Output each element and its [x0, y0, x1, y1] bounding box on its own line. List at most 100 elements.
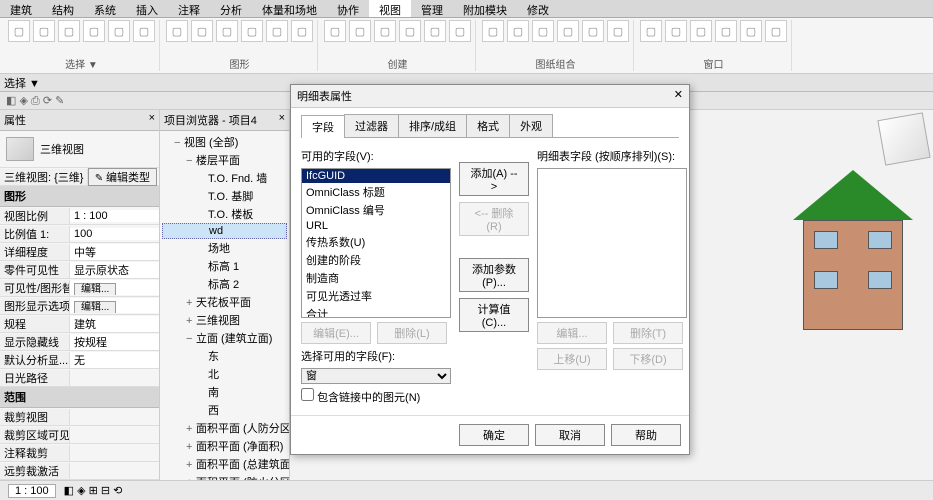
ribbon-button[interactable]: ▢: [424, 20, 446, 42]
ribbon-button[interactable]: ▢: [191, 20, 213, 42]
ribbon-tab[interactable]: 注释: [168, 0, 210, 17]
ribbon-button[interactable]: ▢: [715, 20, 737, 42]
ribbon-button[interactable]: ▢: [640, 20, 662, 42]
ribbon-button[interactable]: ▢: [449, 20, 471, 42]
dialog-close-icon[interactable]: ✕: [674, 88, 683, 104]
property-row[interactable]: 视图比例1 : 100: [0, 207, 159, 225]
ribbon-button[interactable]: ▢: [740, 20, 762, 42]
field-item[interactable]: 传热系数(U): [302, 233, 450, 251]
ribbon-tab[interactable]: 结构: [42, 0, 84, 17]
tree-node[interactable]: 东: [162, 347, 287, 365]
field-item[interactable]: 创建的阶段: [302, 251, 450, 269]
tree-node[interactable]: T.O. 基脚: [162, 187, 287, 205]
ribbon-button[interactable]: ▢: [532, 20, 554, 42]
ribbon-tab[interactable]: 视图: [369, 0, 411, 17]
ribbon-button[interactable]: ▢: [216, 20, 238, 42]
edit-field-button[interactable]: 编辑(E)...: [301, 322, 371, 344]
ribbon-button[interactable]: ▢: [482, 20, 504, 42]
ribbon-button[interactable]: ▢: [58, 20, 80, 42]
delete-sched-button[interactable]: 删除(T): [613, 322, 683, 344]
property-row[interactable]: 日光路径: [0, 369, 159, 387]
ribbon-button[interactable]: ▢: [108, 20, 130, 42]
close-icon[interactable]: ×: [279, 112, 285, 128]
viewcube[interactable]: [877, 112, 930, 165]
cancel-button[interactable]: 取消: [535, 424, 605, 446]
property-row[interactable]: 远剪裁激活: [0, 462, 159, 480]
property-row[interactable]: 图形显示选项编辑...: [0, 297, 159, 315]
ribbon-tab[interactable]: 系统: [84, 0, 126, 17]
property-row[interactable]: 默认分析显...无: [0, 351, 159, 369]
ribbon-button[interactable]: ▢: [557, 20, 579, 42]
field-item[interactable]: OmniClass 标题: [302, 183, 450, 201]
select-label[interactable]: 选择 ▼: [4, 75, 40, 91]
instance-selector[interactable]: 三维视图: {三维}: [0, 169, 88, 185]
available-fields-list[interactable]: IfcGUIDOmniClass 标题OmniClass 编号URL传热系数(U…: [301, 168, 451, 318]
ribbon-button[interactable]: ▢: [33, 20, 55, 42]
tree-node[interactable]: −楼层平面: [162, 151, 287, 169]
ribbon-button[interactable]: ▢: [8, 20, 30, 42]
tree-node[interactable]: +面积平面 (人防分区面积): [162, 419, 287, 437]
include-linked-checkbox[interactable]: 包含链接中的图元(N): [301, 392, 420, 404]
tree-node[interactable]: T.O. 楼板: [162, 205, 287, 223]
ribbon-button[interactable]: ▢: [507, 20, 529, 42]
view-scale[interactable]: 1 : 100: [8, 484, 56, 498]
select-from-combo[interactable]: 窗: [301, 368, 451, 384]
ribbon-button[interactable]: ▢: [349, 20, 371, 42]
scheduled-fields-list[interactable]: [537, 168, 687, 318]
ribbon-button[interactable]: ▢: [607, 20, 629, 42]
calculated-value-button[interactable]: 计算值(C)...: [459, 298, 529, 332]
field-item[interactable]: IfcGUID: [302, 169, 450, 183]
tree-node[interactable]: T.O. Fnd. 墙: [162, 169, 287, 187]
ribbon-button[interactable]: ▢: [690, 20, 712, 42]
ribbon-button[interactable]: ▢: [374, 20, 396, 42]
edit-sched-button[interactable]: 编辑...: [537, 322, 607, 344]
property-row[interactable]: 裁剪视图: [0, 408, 159, 426]
tree-node[interactable]: 标高 1: [162, 257, 287, 275]
field-item[interactable]: 可见光透过率: [302, 287, 450, 305]
tree-node[interactable]: 南: [162, 383, 287, 401]
field-item[interactable]: 制造商: [302, 269, 450, 287]
ribbon-button[interactable]: ▢: [266, 20, 288, 42]
ribbon-button[interactable]: ▢: [291, 20, 313, 42]
ribbon-tab[interactable]: 管理: [411, 0, 453, 17]
tree-node[interactable]: −立面 (建筑立面): [162, 329, 287, 347]
field-item[interactable]: OmniClass 编号: [302, 201, 450, 219]
help-button[interactable]: 帮助: [611, 424, 681, 446]
tree-node[interactable]: +天花板平面: [162, 293, 287, 311]
tree-node[interactable]: +面积平面 (防火分区面积): [162, 473, 287, 480]
property-row[interactable]: 零件可见性显示原状态: [0, 261, 159, 279]
dialog-tab[interactable]: 字段: [301, 115, 345, 138]
dialog-tab[interactable]: 格式: [466, 114, 510, 137]
property-row[interactable]: 注释裁剪: [0, 444, 159, 462]
tree-node[interactable]: wd: [162, 223, 287, 239]
ribbon-tab[interactable]: 建筑: [0, 0, 42, 17]
property-row[interactable]: 规程建筑: [0, 315, 159, 333]
property-row[interactable]: 详细程度中等: [0, 243, 159, 261]
tree-node[interactable]: +面积平面 (总建筑面积): [162, 455, 287, 473]
ok-button[interactable]: 确定: [459, 424, 529, 446]
edit-type-button[interactable]: ✎ 编辑类型: [88, 168, 157, 186]
ribbon-tab[interactable]: 修改: [517, 0, 559, 17]
ribbon-button[interactable]: ▢: [665, 20, 687, 42]
ribbon-button[interactable]: ▢: [83, 20, 105, 42]
property-row[interactable]: 比例值 1:100: [0, 225, 159, 243]
property-row[interactable]: 显示隐藏线按规程: [0, 333, 159, 351]
ribbon-button[interactable]: ▢: [399, 20, 421, 42]
property-row[interactable]: 裁剪区域可见: [0, 426, 159, 444]
tree-node[interactable]: +面积平面 (净面积): [162, 437, 287, 455]
ribbon-tab[interactable]: 体量和场地: [252, 0, 327, 17]
ribbon-button[interactable]: ▢: [582, 20, 604, 42]
move-down-button[interactable]: 下移(D): [613, 348, 683, 370]
ribbon-tab[interactable]: 附加模块: [453, 0, 517, 17]
field-item[interactable]: URL: [302, 219, 450, 233]
remove-field-button[interactable]: <-- 删除(R): [459, 202, 529, 236]
tree-node[interactable]: 场地: [162, 239, 287, 257]
tree-node[interactable]: 北: [162, 365, 287, 383]
delete-field-button[interactable]: 删除(L): [377, 322, 447, 344]
dialog-tab[interactable]: 排序/成组: [398, 114, 467, 137]
move-up-button[interactable]: 上移(U): [537, 348, 607, 370]
tree-node[interactable]: 西: [162, 401, 287, 419]
close-icon[interactable]: ×: [149, 112, 155, 128]
ribbon-tab[interactable]: 分析: [210, 0, 252, 17]
tree-node[interactable]: 标高 2: [162, 275, 287, 293]
